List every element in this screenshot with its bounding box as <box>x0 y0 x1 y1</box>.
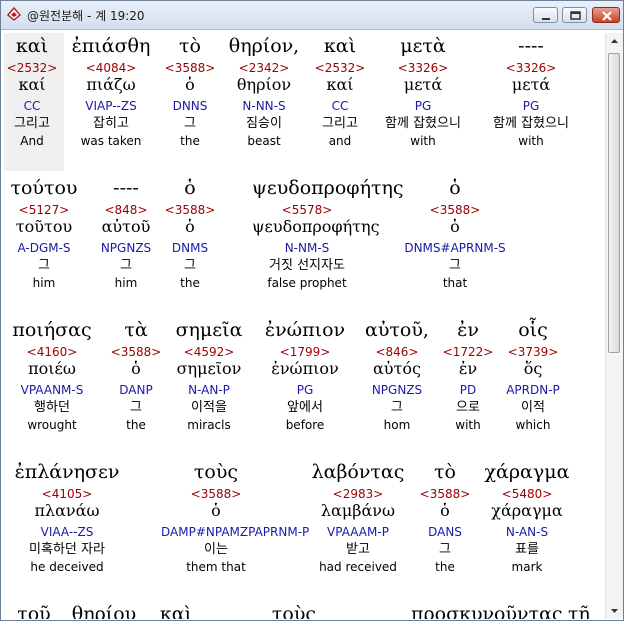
parsing-code: DNMS#APRNM-S <box>404 241 506 255</box>
window-title: @원전분해 - 계 19:20 <box>27 9 145 23</box>
lexical-form: ὅς <box>523 359 543 378</box>
korean-meaning: 거짓 선지자도 <box>269 258 345 273</box>
greek-word: προσκυνοῦντας <box>411 603 563 620</box>
strong-number: <5480> <box>501 487 553 501</box>
title-bar[interactable]: @원전분해 - 계 19:20 <box>1 1 623 30</box>
minimize-button[interactable] <box>533 7 558 23</box>
lexical-form: ὁ <box>450 217 460 236</box>
scrollbar-thumb[interactable] <box>608 53 620 353</box>
bible-app-icon <box>7 6 21 21</box>
korean-meaning: 함께 잡혔으니 <box>493 116 569 131</box>
english-meaning: mark <box>511 560 543 574</box>
strong-number: <3326> <box>505 61 557 75</box>
korean-meaning: 이적을 <box>191 400 227 415</box>
greek-word: τοὺς <box>271 603 317 620</box>
korean-meaning: 이는 <box>204 542 228 557</box>
english-meaning: the <box>180 276 200 290</box>
english-meaning: miracls <box>187 418 231 432</box>
english-meaning: with <box>410 134 436 148</box>
english-meaning: them that <box>186 560 246 574</box>
strong-number: <5578> <box>281 203 333 217</box>
korean-meaning: 그 <box>184 258 196 273</box>
close-icon <box>602 11 612 21</box>
greek-word: μετὰ <box>400 35 446 57</box>
greek-word: τῇ <box>568 603 590 620</box>
lexical-form: πλανάω <box>34 501 100 520</box>
strong-number: <3588> <box>190 487 242 501</box>
greek-word: ἐπλάνησεν <box>14 461 120 483</box>
vertical-scrollbar[interactable] <box>605 33 623 619</box>
lexical-form: ὁ <box>185 217 195 236</box>
lexical-form: μετά <box>403 75 443 94</box>
greek-word: καὶ <box>159 603 193 620</box>
english-meaning: he deceived <box>30 560 104 574</box>
parsing-code: PG <box>414 99 432 113</box>
lexical-form: ψευδοπροφήτης <box>252 217 380 236</box>
lexical-form: χάραγμα <box>491 501 563 520</box>
minimize-icon <box>542 18 550 20</box>
strong-number: <4105> <box>41 487 93 501</box>
korean-meaning: 그 <box>449 258 461 273</box>
korean-meaning: 이적 <box>521 400 545 415</box>
parsing-code: PG <box>522 99 540 113</box>
parsing-code: N-NM-S <box>284 241 330 255</box>
greek-word: τοὺς <box>193 461 239 483</box>
greek-word: χάραγμα <box>484 461 570 483</box>
parsing-code: DNMS <box>171 241 209 255</box>
greek-word: ---- <box>518 35 544 57</box>
strong-number: <3739> <box>507 345 559 359</box>
parsing-code: APRDN-P <box>506 383 560 397</box>
parsing-code: N-AN-S <box>505 525 549 539</box>
greek-word: σημεῖα <box>175 319 243 341</box>
close-button[interactable] <box>592 7 620 23</box>
app-window: @원전분해 - 계 19:20 καὶ <2532> καί CC 그리고 An… <box>0 0 624 621</box>
greek-word: ὁ <box>184 177 196 199</box>
parsing-code: DAMP#NPAMZPAPRNM-P <box>161 525 310 539</box>
strong-number: <3588> <box>164 203 216 217</box>
strong-number: <4592> <box>183 345 235 359</box>
maximize-icon <box>570 11 581 20</box>
english-meaning: with <box>518 134 544 148</box>
english-meaning: false prophet <box>267 276 347 290</box>
scroll-up-arrow-icon[interactable] <box>606 33 623 50</box>
korean-meaning: 표를 <box>515 542 539 557</box>
scroll-down-arrow-icon[interactable] <box>606 602 623 619</box>
greek-word: ψευδοπροφήτης <box>252 177 404 199</box>
english-meaning: that <box>442 276 468 290</box>
parsing-code: VIAA--ZS <box>40 525 94 539</box>
greek-word: οἷς <box>518 319 548 341</box>
strong-number: <3588> <box>429 203 481 217</box>
korean-meaning: 미혹하던 자라 <box>29 542 105 557</box>
strong-number: <3326> <box>397 61 449 75</box>
maximize-button[interactable] <box>562 7 587 23</box>
lexical-form: σημεῖον <box>176 359 242 378</box>
lexical-form: ὁ <box>211 501 221 520</box>
korean-meaning: 함께 잡혔으니 <box>385 116 461 131</box>
parsing-code: N-AN-P <box>188 383 230 397</box>
greek-word: ὁ <box>449 177 461 199</box>
lexical-form: μετά <box>511 75 551 94</box>
english-meaning: which <box>515 418 551 432</box>
verse-analysis-area[interactable]: καὶ <2532> καί CC 그리고 And ἐπιάσθη <4084>… <box>4 33 605 619</box>
